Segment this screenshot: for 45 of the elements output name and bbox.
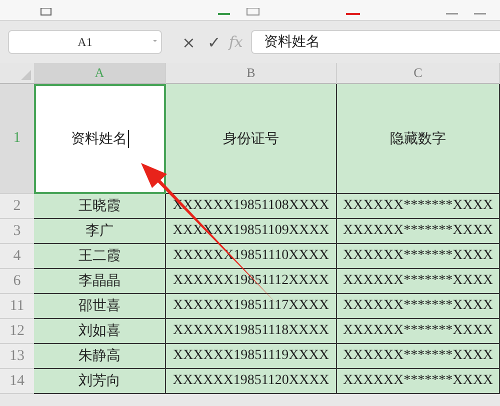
- cancel-button[interactable]: ×: [182, 32, 196, 52]
- row-header[interactable]: 2: [0, 194, 34, 219]
- name-box[interactable]: A1: [8, 30, 162, 54]
- row-header[interactable]: 6: [0, 269, 34, 294]
- table-cell: XXXXXX*******XXXX: [337, 369, 500, 394]
- row-header[interactable]: 12: [0, 319, 34, 344]
- confirm-button[interactable]: ✓: [207, 32, 221, 52]
- header-cell: 身份证号: [166, 84, 337, 194]
- table-cell: XXXXXX*******XXXX: [337, 294, 500, 319]
- table-cell: XXXXXX19851117XXXX: [166, 294, 337, 319]
- table-cell: XXXXXX*******XXXX: [337, 244, 500, 269]
- table-cell: XXXXXX19851118XXXX: [166, 319, 337, 344]
- table-cell: 王晓霞: [34, 194, 166, 219]
- table-cell: XXXXXX*******XXXX: [337, 194, 500, 219]
- table-cell: 李广: [34, 219, 166, 244]
- header-cell: 隐藏数字: [337, 84, 500, 194]
- row-header[interactable]: 1: [0, 84, 34, 194]
- table-cell: 李晶晶: [34, 269, 166, 294]
- table-cell: 邵世喜: [34, 294, 166, 319]
- text-cursor: [128, 130, 129, 148]
- header-cell: 资料姓名: [34, 84, 166, 194]
- column-header[interactable]: C: [337, 63, 500, 84]
- column-header[interactable]: B: [166, 63, 337, 84]
- table-cell: XXXXXX19851119XXXX: [166, 344, 337, 369]
- row-header[interactable]: 3: [0, 219, 34, 244]
- table-cell: 王二霞: [34, 244, 166, 269]
- row-header[interactable]: 4: [0, 244, 34, 269]
- dropdown-icon[interactable]: [153, 40, 157, 44]
- column-header[interactable]: A: [34, 63, 166, 84]
- table-cell: XXXXXX*******XXXX: [337, 344, 500, 369]
- cell-reference: A1: [78, 34, 92, 50]
- row-header[interactable]: 11: [0, 294, 34, 319]
- table-cell: 刘如喜: [34, 319, 166, 344]
- table-cell: XXXXXX*******XXXX: [337, 269, 500, 294]
- table-cell: XXXXXX19851120XXXX: [166, 369, 337, 394]
- row-header[interactable]: 14: [0, 369, 34, 394]
- border-icon[interactable]: [246, 8, 260, 16]
- formula-field[interactable]: 资料姓名: [250, 30, 500, 54]
- table-cell: 刘芳向: [34, 369, 166, 394]
- copy-icon[interactable]: [40, 8, 52, 16]
- function-button[interactable]: fx: [228, 33, 243, 51]
- table-cell: 朱静高: [34, 344, 166, 369]
- table-cell: XXXXXX*******XXXX: [337, 319, 500, 344]
- table-cell: XXXXXX*******XXXX: [337, 219, 500, 244]
- row-header[interactable]: 13: [0, 344, 34, 369]
